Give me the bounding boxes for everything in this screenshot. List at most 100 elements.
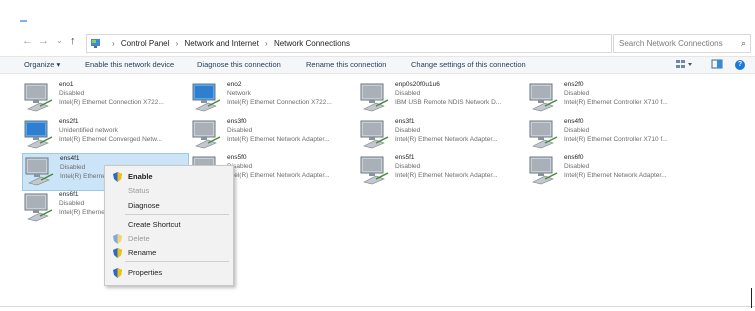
network-adapter-icon — [529, 83, 558, 112]
rename-connection-button[interactable]: Rename this connection — [306, 57, 386, 73]
connection-item-ens4f0[interactable]: ens4f0 Disabled Intel(R) Ethernet Controll… — [527, 117, 692, 153]
back-icon[interactable]: ← — [22, 35, 33, 47]
connection-item-ens5f1[interactable]: ens5f1 Disabled Intel(R) Ethernet Network … — [358, 153, 523, 189]
connection-adapter: Intel(R) Ethernet Network Adapter... — [227, 136, 330, 143]
connection-text: eno1 Disabled Intel(R) Ethernet Connection… — [59, 80, 187, 107]
network-adapter-icon — [360, 83, 389, 112]
uac-shield-icon — [113, 248, 122, 258]
search-input[interactable]: Search Network Connections ⌕ — [613, 34, 751, 53]
menu-item-delete[interactable]: Delete — [105, 232, 233, 245]
enable-device-button[interactable]: Enable this network device — [85, 57, 174, 73]
menu-label: Properties — [128, 268, 163, 277]
connection-item-ens2f1[interactable]: ens2f1 Unidentified network Intel(R) Ether… — [22, 117, 187, 153]
recent-dropdown-icon[interactable]: ⌄ — [56, 36, 63, 45]
menu-label: Create Shortcut — [128, 220, 181, 229]
connection-text: eno2 Network Intel(R) Ethernet Connection … — [227, 80, 355, 107]
connection-item-ens2f0[interactable]: ens2f0 Disabled Intel(R) Ethernet Controll… — [527, 80, 692, 116]
connection-status: Unidentified network — [59, 127, 118, 134]
network-adapter-icon — [529, 156, 558, 185]
network-adapter-icon — [192, 83, 221, 112]
connection-adapter: Intel(R) Ethernet Converged Netw... — [59, 136, 162, 143]
menu-item-status[interactable]: Status — [105, 184, 233, 197]
breadcrumb-network-and-internet[interactable]: Network and Internet — [185, 39, 259, 48]
connection-status: Disabled — [395, 127, 421, 134]
breadcrumb: › Control Panel › Network and Internet ›… — [108, 35, 350, 52]
connection-adapter: Intel(R) Ethernet Connection X722... — [227, 99, 332, 106]
connection-status: Disabled — [564, 90, 590, 97]
menu-label: Enable — [128, 172, 153, 181]
uac-shield-icon — [113, 234, 122, 244]
connection-name: eno1 — [59, 81, 74, 88]
menu-label: Status — [128, 186, 150, 195]
connection-item-ens6f0[interactable]: ens6f0 Disabled Intel(R) Ethernet Network … — [527, 153, 692, 189]
breadcrumb-separator: › — [265, 39, 268, 48]
connection-name: ens3f0 — [227, 118, 247, 125]
connection-name: ens6f0 — [564, 154, 584, 161]
text-cursor — [751, 288, 752, 308]
menu-separator — [125, 214, 229, 215]
network-adapter-icon — [25, 157, 54, 186]
connection-name: ens5f1 — [395, 154, 415, 161]
connection-status: Disabled — [227, 127, 253, 134]
menu-item-diagnose[interactable]: Diagnose — [105, 199, 233, 212]
connection-status: Network — [227, 90, 251, 97]
breadcrumb-separator: › — [112, 39, 115, 48]
connection-status: Disabled — [227, 163, 253, 170]
organize-menu[interactable]: Organize ▾ — [24, 57, 60, 73]
connection-text: ens2f0 Disabled Intel(R) Ethernet Controll… — [564, 80, 692, 107]
network-adapter-icon — [529, 120, 558, 149]
connection-adapter: Intel(R) Ethernet Network Adapter... — [227, 172, 330, 179]
connection-item-eno2[interactable]: eno2 Network Intel(R) Ethernet Connection … — [190, 80, 355, 116]
connection-adapter: Intel(R) Ethernet Controller X710 f... — [564, 99, 668, 106]
connection-item-ens3f0[interactable]: ens3f0 Disabled Intel(R) Ethernet Network … — [190, 117, 355, 153]
connection-text: ens5f1 Disabled Intel(R) Ethernet Network … — [395, 153, 523, 180]
connection-name: ens2f0 — [564, 81, 584, 88]
menu-label: Delete — [128, 234, 150, 243]
connection-text: ens3f0 Disabled Intel(R) Ethernet Network … — [227, 117, 355, 144]
connection-adapter: IBM USB Remote NDIS Network D... — [395, 99, 502, 106]
connection-name: ens2f1 — [59, 118, 79, 125]
connection-adapter: Intel(R) Ethernet Network Adapter... — [395, 136, 498, 143]
menu-item-rename[interactable]: Rename — [105, 246, 233, 259]
search-placeholder: Search Network Connections — [619, 39, 723, 48]
network-adapter-icon — [360, 120, 389, 149]
connection-name: ens3f1 — [395, 118, 415, 125]
connection-text: ens4f0 Disabled Intel(R) Ethernet Controll… — [564, 117, 692, 144]
view-options-icon[interactable] — [675, 59, 693, 70]
network-adapter-icon — [24, 193, 53, 222]
status-bar-divider — [0, 306, 755, 307]
connection-name: ens5f0 — [227, 154, 247, 161]
connection-item-ens3f1[interactable]: ens3f1 Disabled Intel(R) Ethernet Network … — [358, 117, 523, 153]
address-row: ← → ⌄ ↑ › Control Panel › Network and In… — [0, 32, 755, 54]
diagnose-connection-button[interactable]: Diagnose this connection — [197, 57, 281, 73]
connection-status: Disabled — [395, 163, 421, 170]
connection-text: enp0s20f0u1u6 Disabled IBM USB Remote NDIS… — [395, 80, 523, 107]
connection-status: Disabled — [395, 90, 421, 97]
uac-shield-icon — [113, 172, 122, 182]
menu-item-properties[interactable]: Properties — [105, 266, 233, 279]
change-settings-button[interactable]: Change settings of this connection — [411, 57, 526, 73]
command-bar: Organize ▾ Enable this network device Di… — [0, 56, 755, 74]
uac-shield-icon — [113, 268, 122, 278]
menu-item-create-shortcut[interactable]: Create Shortcut — [105, 218, 233, 231]
menu-item-enable[interactable]: Enable — [105, 170, 233, 183]
up-icon[interactable]: ↑ — [70, 35, 76, 47]
address-bar[interactable]: › Control Panel › Network and Internet ›… — [86, 34, 689, 53]
help-icon[interactable]: ? — [735, 60, 745, 70]
forward-icon[interactable]: → — [38, 35, 49, 47]
breadcrumb-network-connections[interactable]: Network Connections — [274, 39, 350, 48]
connection-name: enp0s20f0u1u6 — [395, 81, 440, 88]
network-adapter-icon — [24, 120, 53, 149]
connection-text: ens2f1 Unidentified network Intel(R) Ether… — [59, 117, 187, 144]
preview-pane-icon[interactable] — [711, 59, 723, 70]
breadcrumb-control-panel[interactable]: Control Panel — [121, 39, 169, 48]
breadcrumb-separator: › — [175, 39, 179, 48]
menu-label: Rename — [128, 248, 157, 257]
menu-label: Diagnose — [128, 201, 160, 210]
connection-adapter: Intel(R) Ethernet Network Adapter... — [564, 172, 667, 179]
connection-item-eno1[interactable]: eno1 Disabled Intel(R) Ethernet Connection… — [22, 80, 187, 116]
connection-item-enp0s20f0u1u6[interactable]: enp0s20f0u1u6 Disabled IBM USB Remote NDIS… — [358, 80, 523, 116]
search-icon[interactable]: ⌕ — [741, 35, 746, 52]
connection-adapter: Intel(R) Ethernet Controller X710 f... — [564, 136, 668, 143]
network-adapter-icon — [192, 120, 221, 149]
